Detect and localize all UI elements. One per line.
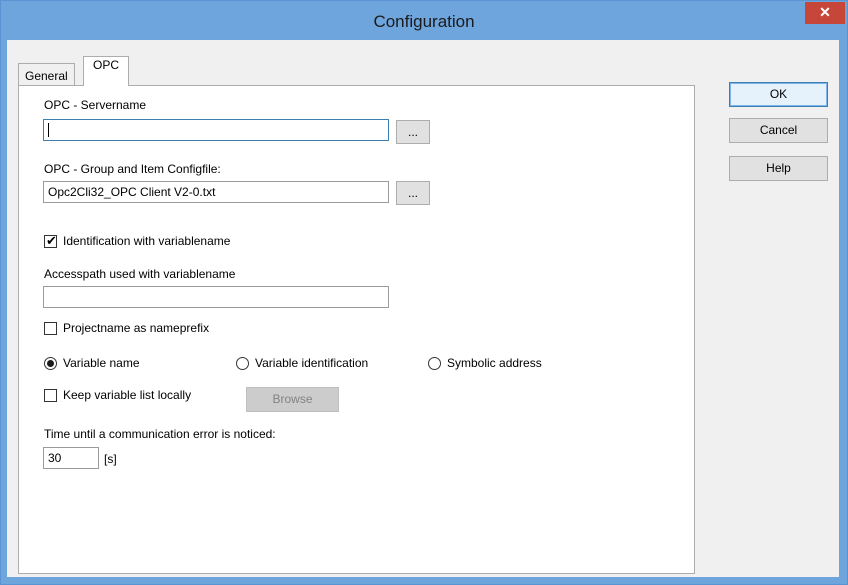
- ok-button[interactable]: OK: [729, 82, 828, 107]
- configfile-label: OPC - Group and Item Configfile:: [44, 162, 221, 176]
- keep-list-checkbox[interactable]: [44, 389, 57, 402]
- radio-variable-name[interactable]: [44, 357, 57, 370]
- title-bar[interactable]: Configuration ✕: [1, 1, 847, 41]
- servername-label: OPC - Servername: [44, 98, 147, 112]
- tab-general[interactable]: General: [18, 63, 75, 85]
- accesspath-label: Accesspath used with variablename: [44, 267, 236, 281]
- projectname-checkbox[interactable]: [44, 322, 57, 335]
- radio-selected-dot: [47, 360, 54, 367]
- identification-label: Identification with variablename: [63, 234, 231, 248]
- tab-opc[interactable]: OPC: [83, 56, 130, 86]
- keep-list-label: Keep variable list locally: [63, 388, 192, 402]
- radio-variable-identification[interactable]: [236, 357, 249, 370]
- radio-variable-identification-label: Variable identification: [255, 356, 369, 370]
- browse-button[interactable]: Browse: [246, 387, 339, 412]
- close-button[interactable]: ✕: [805, 2, 845, 24]
- browse-server-button[interactable]: ...: [396, 120, 430, 144]
- projectname-label: Projectname as nameprefix: [63, 321, 210, 335]
- tab-general-label: General: [25, 69, 68, 83]
- timeout-label: Time until a communication error is noti…: [44, 427, 276, 441]
- close-icon: ✕: [819, 4, 831, 20]
- text-caret: [48, 122, 49, 137]
- timeout-unit: [s]: [104, 452, 117, 466]
- accesspath-input[interactable]: [43, 286, 389, 308]
- browse-config-button[interactable]: ...: [396, 181, 430, 205]
- cancel-button[interactable]: Cancel: [729, 118, 828, 143]
- radio-symbolic-address[interactable]: [428, 357, 441, 370]
- window-title: Configuration: [373, 12, 475, 31]
- help-button[interactable]: Help: [729, 156, 828, 181]
- radio-symbolic-address-label: Symbolic address: [447, 356, 542, 370]
- identification-checkbox[interactable]: ✔: [44, 233, 57, 248]
- servername-input[interactable]: [43, 119, 389, 141]
- tab-opc-label: OPC: [93, 58, 120, 72]
- checkmark-icon: ✔: [46, 233, 57, 248]
- configfile-input[interactable]: Opc2Cli32_OPC Client V2-0.txt: [43, 181, 389, 203]
- timeout-input[interactable]: 30: [43, 447, 99, 469]
- radio-variable-name-label: Variable name: [63, 356, 140, 370]
